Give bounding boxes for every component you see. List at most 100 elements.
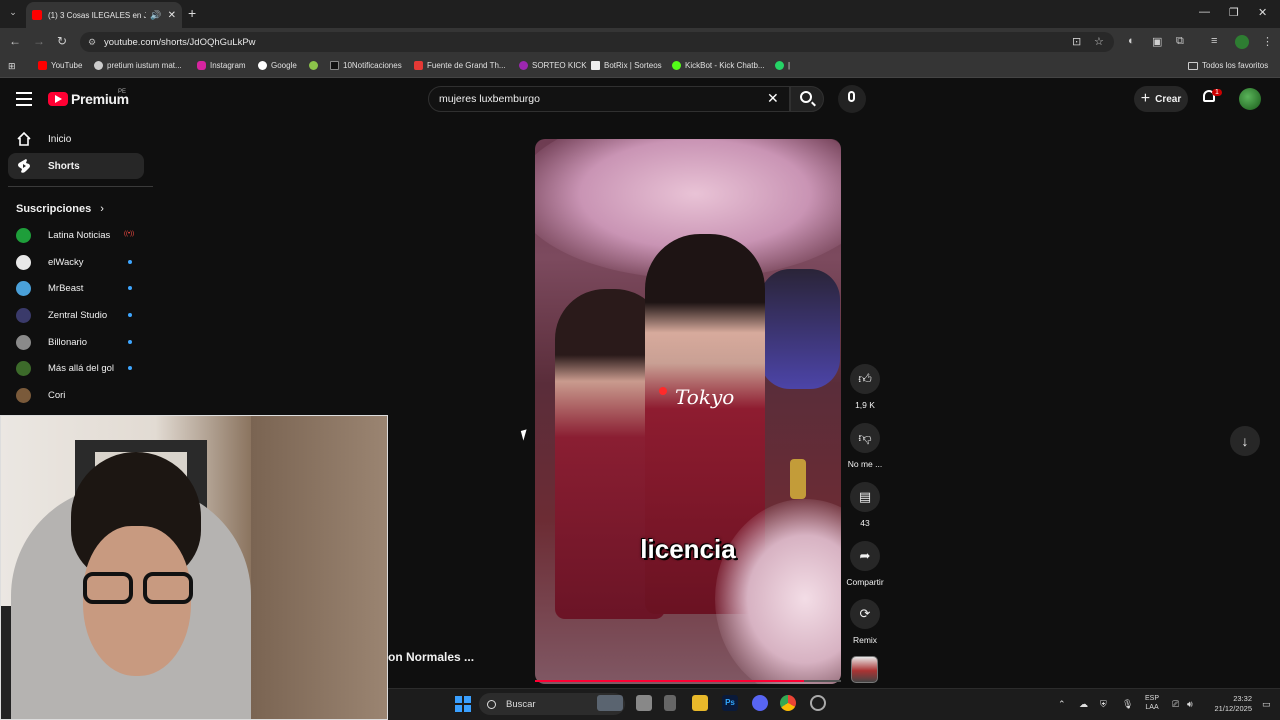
new-content-dot <box>128 313 132 317</box>
photoshop-icon[interactable]: Ps <box>722 695 738 711</box>
search-query[interactable]: mujeres luxbemburgo <box>439 93 540 105</box>
webcam-person-glasses <box>83 572 199 610</box>
bookmark-youtube[interactable]: YouTube <box>38 61 82 70</box>
webcam-background-door <box>251 416 387 719</box>
all-bookmarks-folder[interactable]: Todos los favoritos <box>1188 61 1268 70</box>
bookmark-star-icon[interactable]: ☆ <box>1094 35 1104 48</box>
new-tab-button[interactable]: + <box>188 5 196 21</box>
app-icon[interactable] <box>810 695 826 711</box>
subscription-item[interactable]: Billonario <box>16 332 136 352</box>
share-button[interactable]: ➦ Compartir <box>846 541 884 587</box>
channel-avatar <box>16 307 31 323</box>
webcam-overlay <box>0 415 388 720</box>
arrow-down-icon: ↓ <box>1241 433 1249 449</box>
shorts-video-player[interactable]: Tokyo licencia <box>535 139 841 684</box>
bookmark-colorful[interactable] <box>309 61 322 70</box>
onedrive-icon[interactable]: ☁ <box>1079 699 1088 710</box>
microphone-icon[interactable]: 🎙︎ <box>1122 699 1133 710</box>
extensions-puzzle-icon[interactable]: ⧉ <box>1176 35 1184 48</box>
back-button[interactable]: ← <box>9 34 21 48</box>
create-button[interactable]: + Crear <box>1134 86 1188 112</box>
network-icon[interactable]: ⎚ <box>1172 699 1179 710</box>
subscription-item[interactable]: Zentral Studio <box>16 305 136 325</box>
task-view-icon[interactable] <box>636 695 652 711</box>
subscription-item[interactable]: MrBeast <box>16 278 136 298</box>
bookmark-10notificaciones[interactable]: 10Notificaciones <box>330 61 402 70</box>
notification-center-icon[interactable]: ▭ <box>1262 699 1271 710</box>
shorts-icon <box>18 159 30 173</box>
country-code: PE <box>118 89 127 95</box>
bookmark-sorteo-kick[interactable]: SORTEO KICK <box>519 61 587 70</box>
video-title[interactable]: on Normales ... <box>388 650 474 664</box>
close-tab-icon[interactable]: ✕ <box>168 10 176 21</box>
bookmark-pretium[interactable]: pretium iustum mat... <box>94 61 182 70</box>
app-icon[interactable] <box>664 695 676 711</box>
hamburger-menu-icon[interactable] <box>16 92 32 106</box>
audio-thumbnail[interactable] <box>851 656 878 683</box>
subscription-item[interactable]: Cori <box>16 385 136 405</box>
file-explorer-icon[interactable] <box>692 695 708 711</box>
account-avatar[interactable] <box>1239 88 1261 110</box>
new-content-dot <box>128 286 132 290</box>
share-label: Compartir <box>846 577 884 587</box>
subscription-item[interactable]: Latina Noticias ((•)) <box>16 225 136 245</box>
search-highlight-icon[interactable] <box>597 695 623 711</box>
clear-search-icon[interactable]: ✕ <box>767 90 779 107</box>
youtube-favicon-icon <box>32 10 42 20</box>
mouse-cursor-icon <box>520 429 530 441</box>
bookmark-instagram[interactable]: Instagram <box>197 61 246 70</box>
taskbar-clock[interactable]: 23:32 21/12/2025 <box>1206 694 1252 714</box>
windows-start-icon[interactable] <box>455 696 471 712</box>
video-caption: licencia <box>640 534 736 564</box>
apps-grid-icon[interactable]: ⊞ <box>8 61 16 72</box>
extension-icon[interactable]: ▣ <box>1152 35 1162 48</box>
close-window-button[interactable]: ✕ <box>1258 6 1267 19</box>
remix-button[interactable]: ⟳ Remix <box>849 599 881 645</box>
site-info-icon[interactable]: ⚙ <box>88 37 96 48</box>
bookmark-kickbot[interactable]: KickBot - Kick Chatb... <box>672 61 765 70</box>
audio-playing-icon[interactable]: 🔊 <box>150 10 161 21</box>
subscription-item[interactable]: elWacky <box>16 252 136 272</box>
subscriptions-heading[interactable]: Suscripciones › <box>16 203 104 215</box>
install-app-icon[interactable]: ⊡ <box>1072 35 1081 48</box>
sidebar-item-shorts[interactable]: Shorts <box>8 153 144 179</box>
restore-button[interactable]: ❐ <box>1229 6 1239 19</box>
tab-title: (1) 3 Cosas ILEGALES en Jap <box>48 10 147 20</box>
volume-icon[interactable]: 🔊︎ <box>1187 699 1193 710</box>
video-frame-bottle <box>790 459 806 499</box>
subscription-item[interactable]: Más allá del gol <box>16 358 136 378</box>
forward-button[interactable]: → <box>33 34 45 48</box>
bookmark-font[interactable]: Fuente de Grand Th... <box>414 61 506 70</box>
extension-icon[interactable]: ◐ <box>1128 35 1135 47</box>
next-short-button[interactable]: ↓ <box>1230 426 1260 456</box>
like-count: 1,9 K <box>855 400 875 410</box>
minimize-button[interactable]: — <box>1199 6 1210 18</box>
youtube-play-icon <box>48 92 68 106</box>
browser-tab-active[interactable]: (1) 3 Cosas ILEGALES en Jap 🔊 ✕ <box>26 2 182 28</box>
profile-avatar[interactable] <box>1235 35 1249 49</box>
language-indicator[interactable]: ESP LAA <box>1145 694 1159 712</box>
youtube-logo[interactable]: Premium <box>48 91 129 107</box>
dislike-button[interactable]: 👎︎ No me ... <box>848 423 882 469</box>
bookmark-google[interactable]: Google <box>258 61 297 70</box>
security-icon[interactable]: ⛨ <box>1100 699 1107 710</box>
tab-search-icon[interactable]: ⌄ <box>6 7 20 21</box>
comments-button[interactable]: ▤ 43 <box>849 482 881 528</box>
video-progress-bar[interactable] <box>535 680 805 682</box>
discord-icon[interactable] <box>752 695 768 711</box>
bookmark-whatsapp[interactable]: | <box>775 61 790 70</box>
video-frame-figure <box>760 269 840 389</box>
reading-list-icon[interactable]: ≡ <box>1211 35 1217 47</box>
search-icon <box>487 699 496 709</box>
like-button[interactable]: 👍︎ 1,9 K <box>849 364 881 410</box>
new-content-dot <box>128 260 132 264</box>
reload-button[interactable]: ↻ <box>57 34 67 48</box>
notification-badge: 1 <box>1212 89 1222 96</box>
show-hidden-icons[interactable]: ⌃ <box>1058 699 1066 710</box>
sidebar-item-inicio[interactable]: Inicio <box>8 126 144 152</box>
browser-menu-icon[interactable]: ⋮ <box>1262 35 1273 48</box>
chrome-icon[interactable] <box>780 695 796 711</box>
share-icon: ➦ <box>850 541 880 571</box>
bookmark-botrix[interactable]: BotRix | Sorteos <box>591 61 662 70</box>
address-url[interactable]: youtube.com/shorts/JdOQhGuLkPw <box>104 37 256 48</box>
